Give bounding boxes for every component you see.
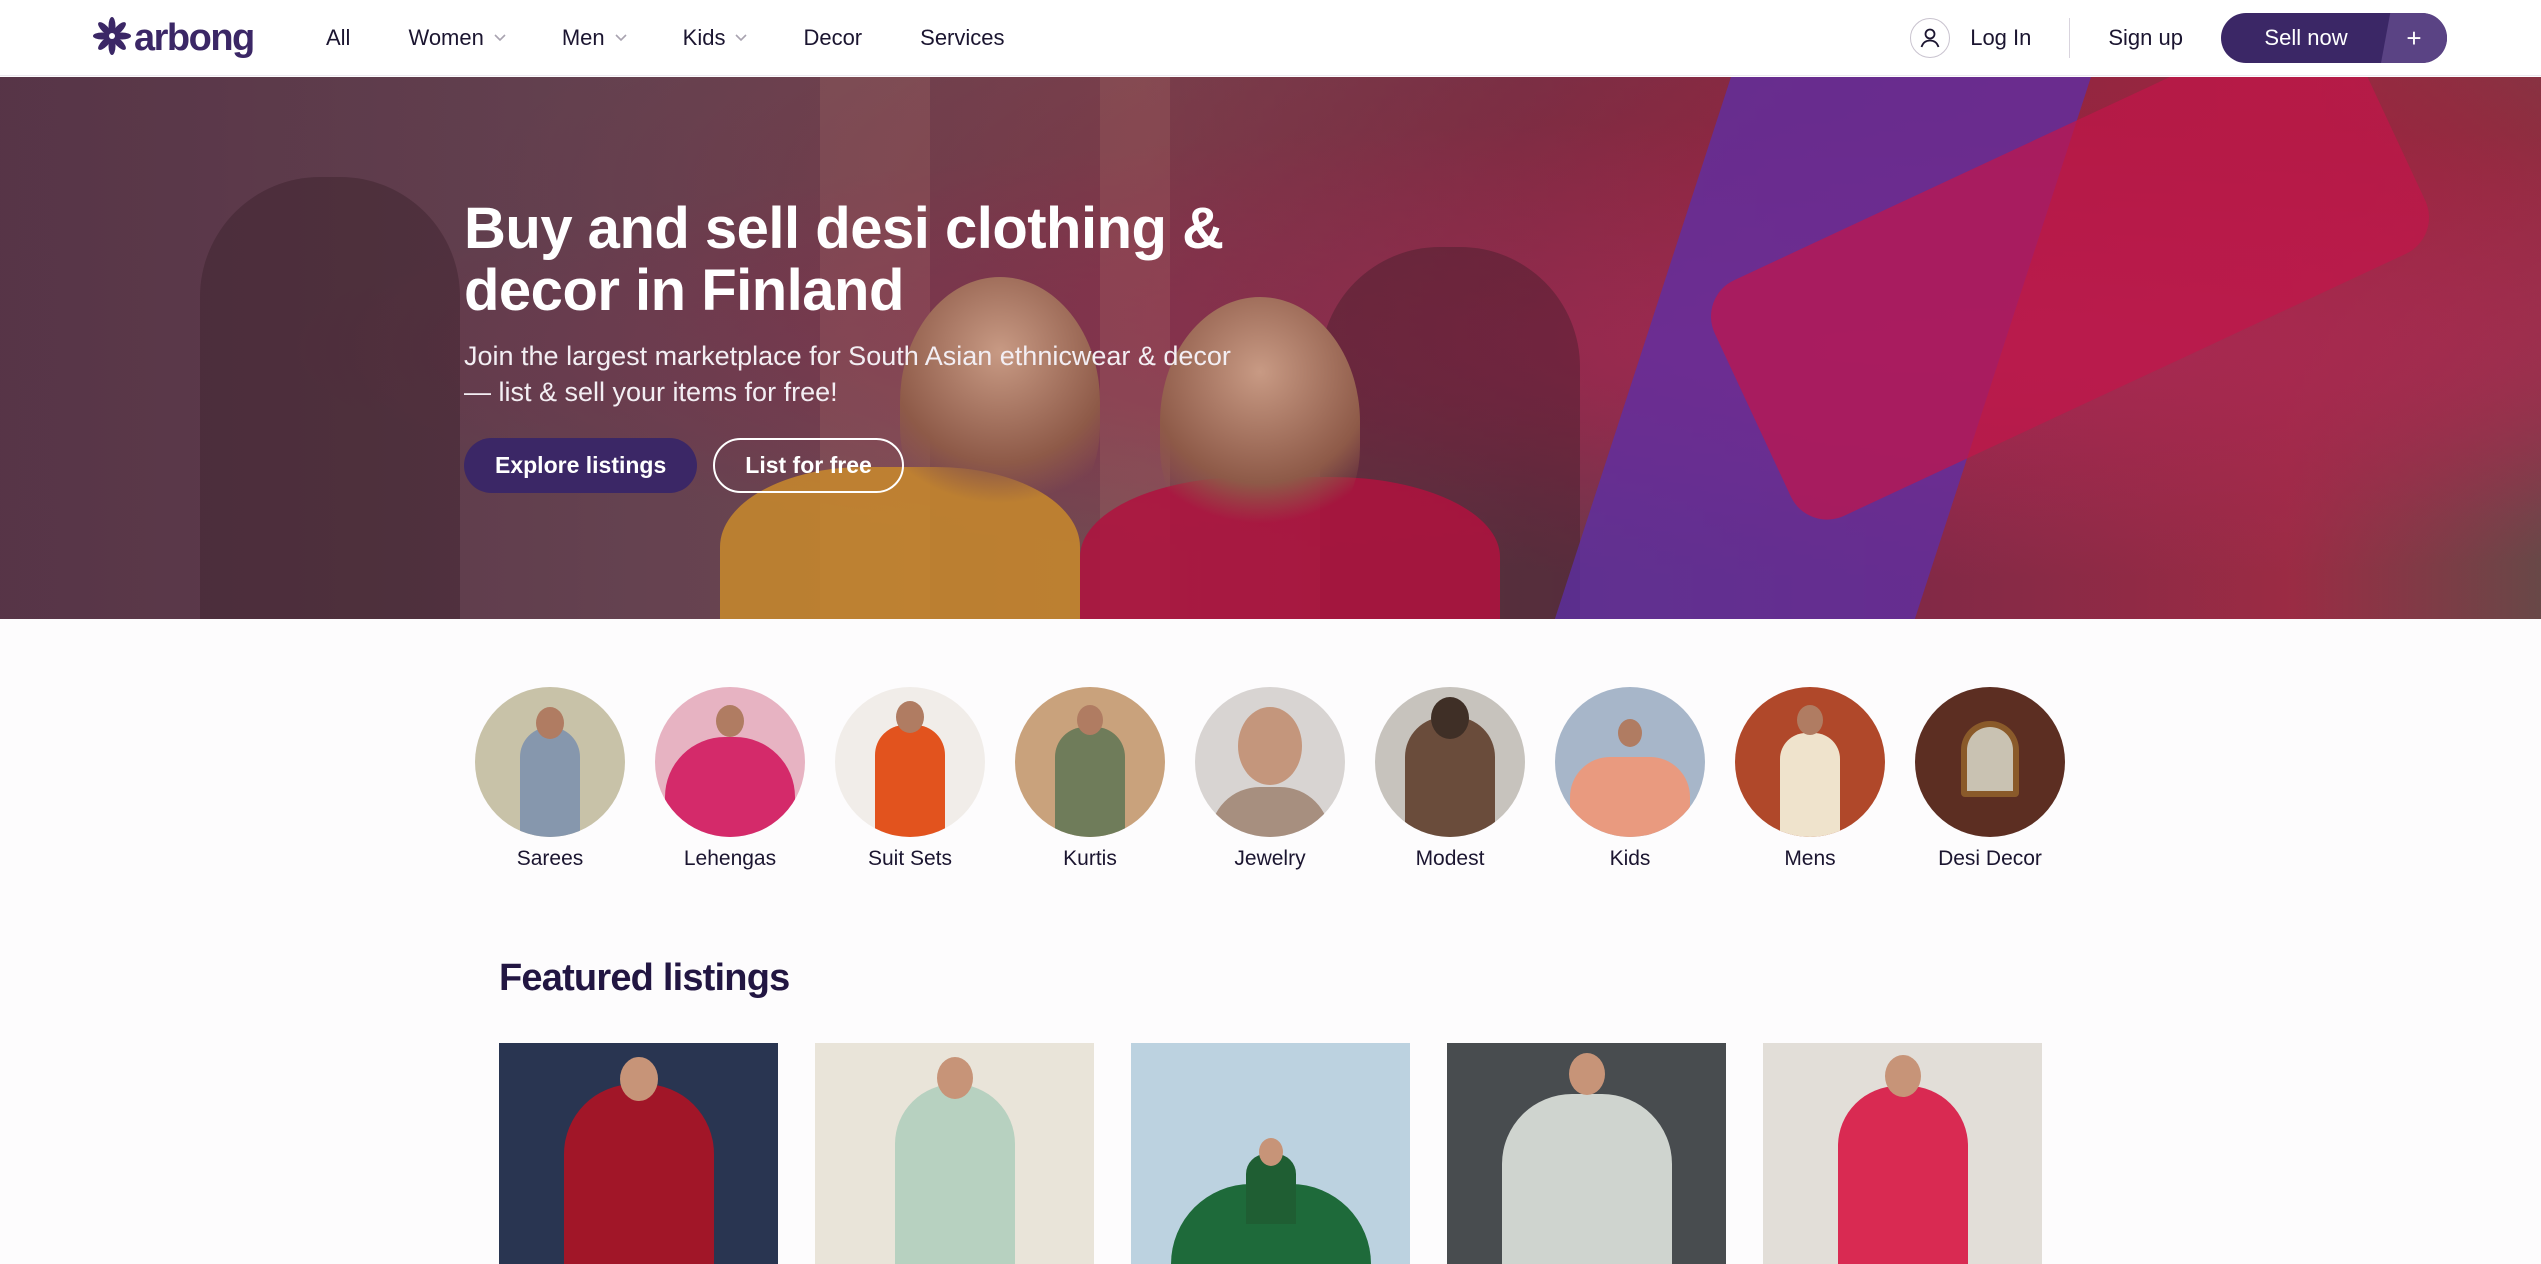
nav-item-label: All [326,25,351,50]
chevron-down-icon [735,33,748,43]
category-jewelry[interactable]: Jewelry [1195,687,1345,871]
logo[interactable]: arbong [92,14,255,62]
category-label: Modest [1415,847,1485,870]
nav-item-kids[interactable]: Kids [682,25,748,51]
category-label: Sarees [516,847,584,870]
main-nav: All Women Men Kids Decor Services [326,0,1063,76]
nav-item-services[interactable]: Services [920,25,1004,51]
nav-divider [2069,18,2071,58]
explore-listings-button[interactable]: Explore listings [464,438,698,493]
category-image [1735,687,1885,837]
category-label: Jewelry [1234,847,1306,870]
category-label: Kids [1609,847,1651,870]
logo-text: arbong [134,16,255,59]
nav-item-label: Women [408,25,484,50]
hero-banner: Buy and sell desi clothing & decor in Fi… [0,77,2541,619]
sell-now-button[interactable]: Sell now + [2221,13,2447,63]
featured-listings [499,1043,2079,1264]
plus-icon: + [2381,13,2447,63]
nav-item-label: Decor [803,25,863,50]
category-image [475,687,625,837]
hero-subtitle: Join the largest marketplace for South A… [464,341,1231,407]
chevron-down-icon [494,33,506,43]
category-image [1555,687,1705,837]
nav-item-label: Kids [682,25,726,50]
category-image [1915,687,2065,837]
logo-flower-icon [92,16,132,61]
category-kurtis[interactable]: Kurtis [1015,687,1165,871]
category-row: Sarees Lehengas Suit Sets Kurtis Jewelry [475,687,2095,871]
hero-buttons: Explore listings List for free [464,438,1284,493]
hero-content: Buy and sell desi clothing & decor in Fi… [464,198,1284,493]
nav-item-label: Services [920,25,1005,50]
category-label: Kurtis [1063,847,1117,870]
site-header: arbong All Women Men Kids Decor Services… [0,0,2541,76]
category-image [655,687,805,837]
listing-card[interactable] [1447,1043,1726,1264]
category-sarees[interactable]: Sarees [475,687,625,871]
list-for-free-button[interactable]: List for free [713,438,904,493]
nav-item-all[interactable]: All [326,25,350,51]
featured-title: Featured listings [499,957,790,999]
account-nav: Log In Sign up Sell now + [1910,0,2447,76]
nav-item-women[interactable]: Women [408,25,506,51]
category-label: Mens [1784,847,1836,870]
user-icon[interactable] [1910,18,1951,58]
sell-now-label: Sell now [2264,25,2348,50]
category-mens[interactable]: Mens [1735,687,1885,871]
nav-item-label: Men [561,25,605,50]
nav-item-men[interactable]: Men [561,25,627,51]
category-image [835,687,985,837]
category-modest[interactable]: Modest [1375,687,1525,871]
chevron-down-icon [615,33,627,43]
nav-item-decor[interactable]: Decor [803,25,862,51]
category-desi-decor[interactable]: Desi Decor [1915,687,2065,871]
category-image [1375,687,1525,837]
signup-link[interactable]: Sign up [2108,25,2183,51]
login-link[interactable]: Log In [1970,25,2031,51]
category-label: Suit Sets [867,847,953,870]
category-label: Desi Decor [1938,847,2042,870]
category-lehengas[interactable]: Lehengas [655,687,805,871]
category-kids[interactable]: Kids [1555,687,1705,871]
category-image [1015,687,1165,837]
listing-card[interactable] [1763,1043,2042,1264]
category-suit-sets[interactable]: Suit Sets [835,687,985,871]
category-label: Lehengas [683,847,777,870]
hero-title: Buy and sell desi clothing & decor in Fi… [464,196,1224,323]
listing-card[interactable] [815,1043,1094,1264]
listing-card[interactable] [499,1043,778,1264]
listing-card[interactable] [1131,1043,1410,1264]
category-image [1195,687,1345,837]
hero-bg-arch [200,177,460,619]
